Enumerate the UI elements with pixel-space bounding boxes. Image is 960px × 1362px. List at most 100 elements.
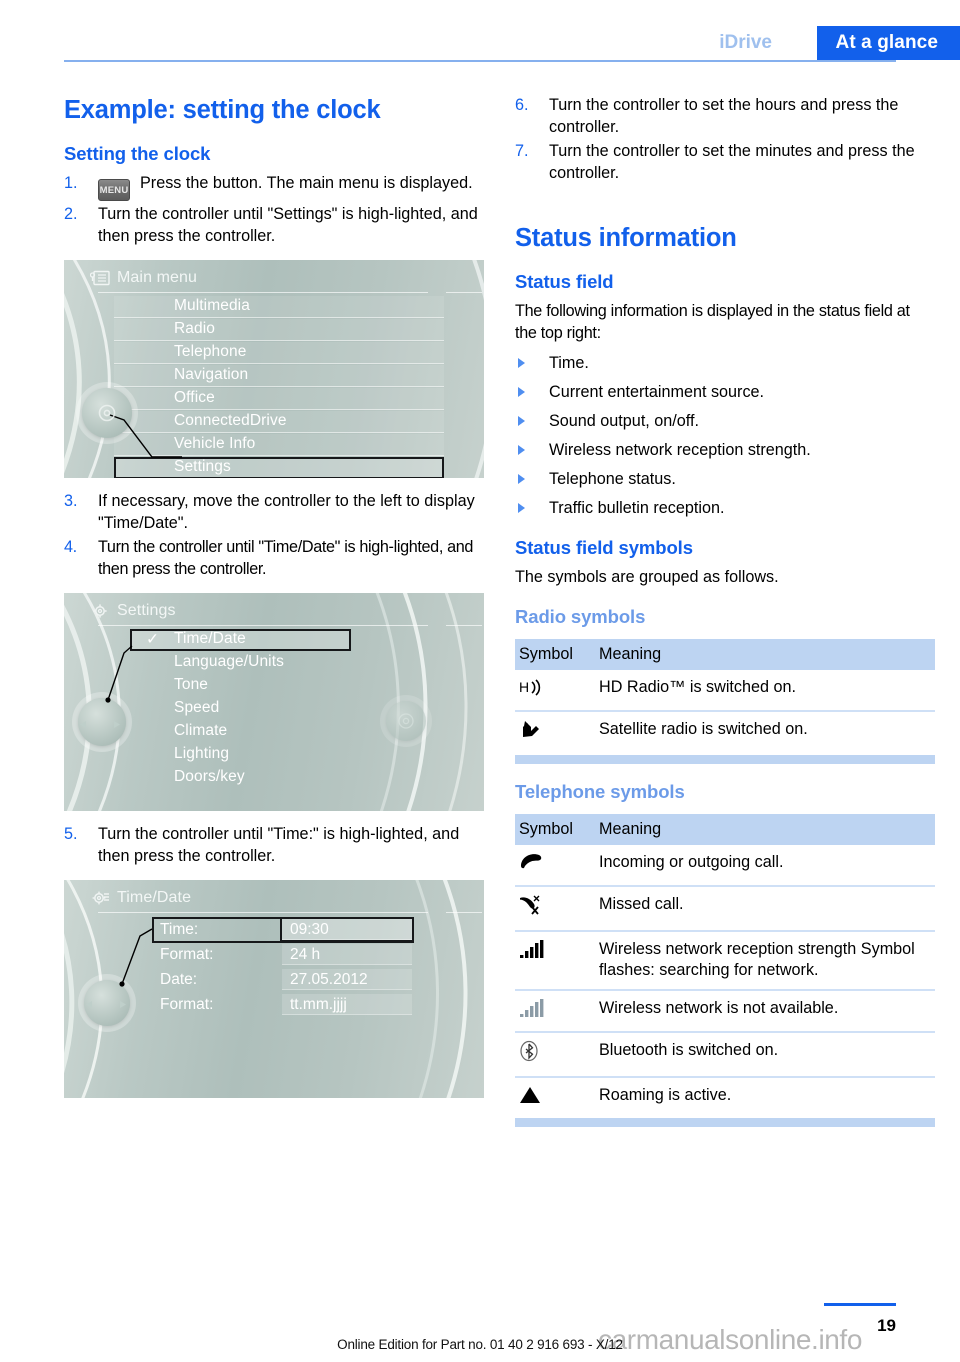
step-text: If necessary, move the controller to the… — [98, 492, 475, 532]
list-item-label: Speed — [174, 699, 220, 716]
list-item[interactable]: Tone — [64, 675, 484, 698]
symbol-cell — [515, 930, 599, 991]
list-item-label: Lighting — [174, 745, 230, 762]
screen-title: Settings — [117, 602, 176, 619]
field-value-format-time[interactable]: 24 h — [282, 944, 412, 965]
symbol-cell — [515, 1032, 599, 1078]
list-item-selected[interactable]: ✓ Time/Date — [64, 629, 484, 652]
list-item-label: Sound output, on/off. — [549, 412, 700, 430]
list-item-label: Climate — [174, 722, 228, 739]
list-item[interactable]: Vehicle Info — [64, 434, 484, 457]
controller-knob — [82, 388, 132, 438]
meaning-cell: Wireless network is not available. — [599, 989, 935, 1033]
meaning-cell: Missed call. — [599, 886, 935, 932]
list-item-label: Vehicle Info — [174, 435, 256, 452]
list-item-label: Current entertainment source. — [549, 383, 765, 401]
list-item-label: Time/Date — [174, 630, 246, 647]
triangle-bullet-icon — [518, 358, 525, 368]
page-footer: 19 carmanualsonline.info Online Edition … — [0, 1282, 960, 1362]
field-label: Format: — [160, 946, 214, 963]
manual-page: iDrive At a glance Example: setting the … — [0, 0, 960, 1362]
list-item-label: Multimedia — [174, 297, 250, 314]
header-rule — [64, 60, 896, 62]
list-item[interactable]: Telephone — [64, 342, 484, 365]
left-subtitle: Setting the clock — [64, 143, 211, 164]
title-rule — [98, 292, 428, 293]
main-menu-title-icon — [90, 270, 110, 286]
meaning-cell: Satellite radio is switched on. — [599, 720, 808, 738]
list-item-label: ConnectedDrive — [174, 412, 287, 429]
meaning-cell: Wireless network reception strength Symb… — [599, 930, 935, 991]
page-title: Example: setting the clock — [64, 96, 381, 124]
triangle-bullet-icon — [518, 503, 525, 513]
list-item-label: Time. — [549, 354, 589, 372]
radio-symbols-heading: Radio symbols — [515, 605, 646, 627]
check-icon: ✓ — [146, 631, 160, 648]
step-item: 3. If necessary, move the controller to … — [64, 491, 484, 534]
table-row: Incoming or outgoing call. — [515, 844, 935, 887]
meaning-cell: Roaming is active. — [599, 1085, 732, 1104]
controller-knob — [78, 698, 126, 746]
signal-bars-unavailable-icon — [520, 998, 544, 1017]
list-item[interactable]: Language/Units — [64, 652, 484, 675]
step-text: Turn the controller to set the hours and… — [549, 96, 899, 136]
list-item-label: Doors/key — [174, 768, 245, 785]
left-step-5: 5. Turn the controller until "Time:" is … — [64, 824, 484, 867]
list-item[interactable]: Radio — [64, 319, 484, 342]
edition-text: Online Edition for Part no. 01 40 2 916 … — [337, 1337, 623, 1352]
controller-knob — [84, 980, 130, 1026]
idrive-screenshot-time-date: Time/Date Time: 09:30 Format: 24 h Date:… — [64, 880, 484, 1098]
symbol-cell — [515, 1077, 599, 1119]
table-row: Wireless network is not available. — [515, 989, 935, 1033]
table-row: Roaming is active. — [515, 1077, 935, 1119]
list-item-label: Tone — [174, 676, 209, 693]
title-rule-right — [446, 292, 482, 293]
triangle-bullet-icon — [518, 387, 525, 397]
signal-bars-icon — [520, 939, 544, 958]
field-value-format-date[interactable]: tt.mm.jjjj — [282, 994, 412, 1015]
selection-frame — [152, 917, 414, 943]
list-item[interactable]: Multimedia — [64, 296, 484, 319]
list-item-label: Office — [174, 389, 215, 406]
right-steps: 6. Turn the controller to set the hours … — [515, 95, 935, 184]
secondary-knob — [386, 701, 426, 741]
status-field-symbols-intro: The symbols are grouped as follows. — [515, 568, 779, 586]
symbol-cell — [515, 844, 599, 887]
triangle-bullet-icon — [518, 445, 525, 455]
right-column: 6. Turn the controller to set the hours … — [515, 95, 935, 1127]
triangle-bullet-icon — [518, 416, 525, 426]
table-row: Satellite radio is switched on. — [515, 711, 935, 755]
left-steps-1-2: 1. MENU Press the button. The main menu i… — [64, 173, 484, 247]
screen-title: Time/Date — [117, 889, 192, 906]
footer-rule — [824, 1303, 896, 1306]
step-item: 6. Turn the controller to set the hours … — [515, 95, 935, 138]
table-row: Wireless network reception strength Symb… — [515, 930, 935, 991]
step-item: 5. Turn the controller until "Time:" is … — [64, 824, 484, 867]
list-item[interactable]: Lighting — [64, 744, 484, 767]
status-field-intro: The following information is displayed i… — [515, 302, 910, 342]
step-number: 6. — [515, 96, 529, 114]
list-item: Sound output, on/off. — [515, 411, 935, 433]
step-text: Turn the controller until "Time/Date" is… — [98, 538, 474, 578]
list-item[interactable]: Doors/key — [64, 767, 484, 790]
list-item-label: Radio — [174, 320, 215, 337]
roaming-triangle-icon — [520, 1086, 540, 1103]
list-item: Wireless network reception strength. — [515, 440, 935, 462]
list-item-label: Navigation — [174, 366, 249, 383]
list-item[interactable]: Navigation — [64, 365, 484, 388]
list-item-selected[interactable]: Settings — [64, 457, 484, 478]
settings-gear-icon — [93, 604, 107, 618]
symbol-cell: H — [515, 669, 599, 712]
status-field-list: Time. Current entertainment source. Soun… — [515, 353, 935, 520]
step-item: 4. Turn the controller until "Time/Date"… — [64, 537, 484, 580]
field-value-date[interactable]: 27.05.2012 — [282, 969, 412, 990]
title-rule — [98, 625, 428, 626]
step-item: 7. Turn the controller to set the minute… — [515, 141, 935, 184]
telephone-symbols-table: Symbol Meaning Incoming or outgoing call… — [515, 813, 935, 1119]
list-item-label: Language/Units — [174, 653, 284, 670]
table-end-bar — [515, 1118, 935, 1127]
symbol-cell — [515, 886, 599, 932]
hd-radio-icon: H — [519, 679, 541, 696]
meaning-cell: Bluetooth is switched on. — [599, 1032, 935, 1078]
list-item-label: Telephone status. — [549, 470, 676, 488]
